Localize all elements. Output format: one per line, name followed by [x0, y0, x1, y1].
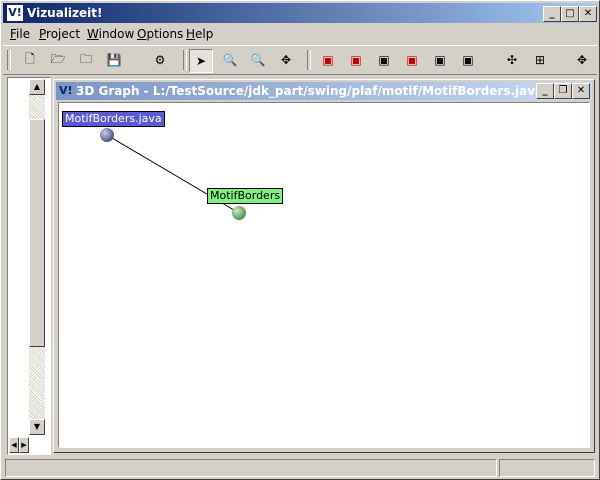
new-icon[interactable]: 🗋 [19, 49, 41, 71]
open-icon[interactable]: 🗁 [47, 49, 69, 71]
graph-window-title: 3D Graph - L:/TestSource/jdk_part/swing/… [76, 84, 544, 98]
scroll-right-button[interactable]: ▶ [19, 437, 29, 453]
graph-restore-button[interactable]: ❐ [554, 83, 572, 99]
app-logo-icon: V! [7, 5, 23, 21]
toolbar-separator [183, 50, 187, 70]
graph-node-class[interactable] [232, 206, 246, 220]
status-bar [3, 457, 597, 477]
menu-options[interactable]: Options [137, 27, 183, 41]
horizontal-scrollbar[interactable]: ◀ ▶ [9, 437, 43, 453]
pointer-icon[interactable]: ➤ [189, 49, 213, 73]
graph-canvas[interactable]: MotifBorders.java MotifBorders [58, 102, 590, 448]
graph-close-button[interactable]: ✕ [572, 83, 590, 99]
minimize-button[interactable]: _ [543, 6, 561, 22]
toolbar: 🗋 🗁 🗀 💾 ⚙ ➤ 🔍 🔍 ✥ ▣ ▣ ▣ ▣ ▣ ▣ ✣ ⊞ ✥ [3, 45, 597, 75]
cube-2-icon[interactable]: ▣ [401, 49, 423, 71]
zoom-in-icon[interactable]: 🔍 [219, 49, 241, 71]
title-bar[interactable]: V! Vizualizeit! _ □ ✕ [3, 3, 597, 23]
graph-window: V! 3D Graph - L:/TestSource/jdk_part/swi… [53, 79, 595, 453]
menu-help[interactable]: Help [186, 27, 213, 41]
status-panel-main [5, 459, 497, 477]
cube-3-icon[interactable]: ▣ [429, 49, 451, 71]
scroll-up-button[interactable]: ▲ [29, 79, 45, 95]
graph-minimize-button[interactable]: _ [536, 83, 554, 99]
graph-window-title-bar[interactable]: V! 3D Graph - L:/TestSource/jdk_part/swi… [56, 82, 592, 100]
cube-4-icon[interactable]: ▣ [457, 49, 479, 71]
move-icon[interactable]: ✥ [571, 49, 593, 71]
cube-red-2-icon[interactable]: ▣ [345, 49, 367, 71]
menu-file[interactable]: File [10, 27, 30, 41]
window-title: Vizualizeit! [27, 6, 103, 20]
cube-red-1-icon[interactable]: ▣ [317, 49, 339, 71]
graph-svg [100, 128, 246, 220]
spread-icon[interactable]: ✣ [501, 49, 523, 71]
status-panel-secondary [499, 459, 595, 477]
close-button[interactable]: ✕ [579, 6, 597, 22]
vertical-scrollbar[interactable]: ▲ ▼ [29, 79, 45, 435]
node-label-class[interactable]: MotifBorders [207, 188, 284, 204]
scroll-left-button[interactable]: ◀ [9, 437, 19, 453]
maximize-button[interactable]: □ [561, 6, 579, 22]
build-icon[interactable]: ⚙ [149, 49, 171, 71]
open-folder-icon[interactable]: 🗀 [75, 49, 97, 71]
toolbar-separator [307, 50, 311, 70]
node-label-file[interactable]: MotifBorders.java [62, 111, 165, 127]
menu-window[interactable]: Window [87, 27, 134, 41]
save-icon[interactable]: 💾 [103, 49, 125, 71]
pan-icon[interactable]: ✥ [275, 49, 297, 71]
zoom-out-icon[interactable]: 🔍 [247, 49, 269, 71]
toolbar-separator [7, 50, 11, 70]
scroll-thumb[interactable] [29, 119, 45, 347]
menu-project[interactable]: Project [39, 27, 80, 41]
cube-1-icon[interactable]: ▣ [373, 49, 395, 71]
main-window: V! Vizualizeit! _ □ ✕ File Project Windo… [0, 0, 600, 480]
graph-node-file[interactable] [100, 128, 114, 142]
scroll-down-button[interactable]: ▼ [29, 419, 45, 435]
grid-icon[interactable]: ⊞ [529, 49, 551, 71]
menu-bar: File Project Window Options Help [3, 25, 597, 43]
graph-window-logo-icon: V! [59, 84, 73, 97]
